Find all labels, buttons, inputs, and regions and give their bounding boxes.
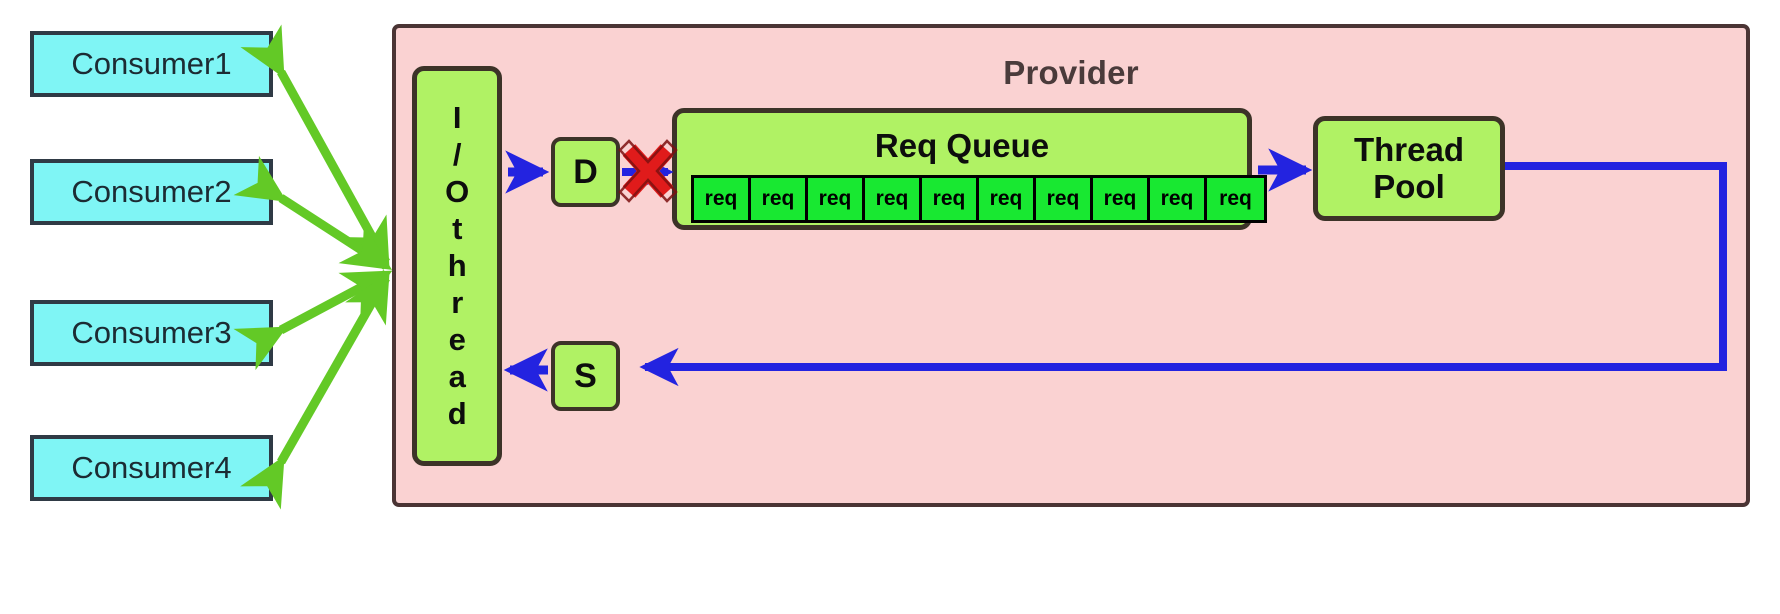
diagram-canvas: Consumer1 Consumer2 Consumer3 Consumer4 … [0,0,1780,614]
connector-layer [233,24,1727,510]
threadpool-return-path [639,162,1727,387]
